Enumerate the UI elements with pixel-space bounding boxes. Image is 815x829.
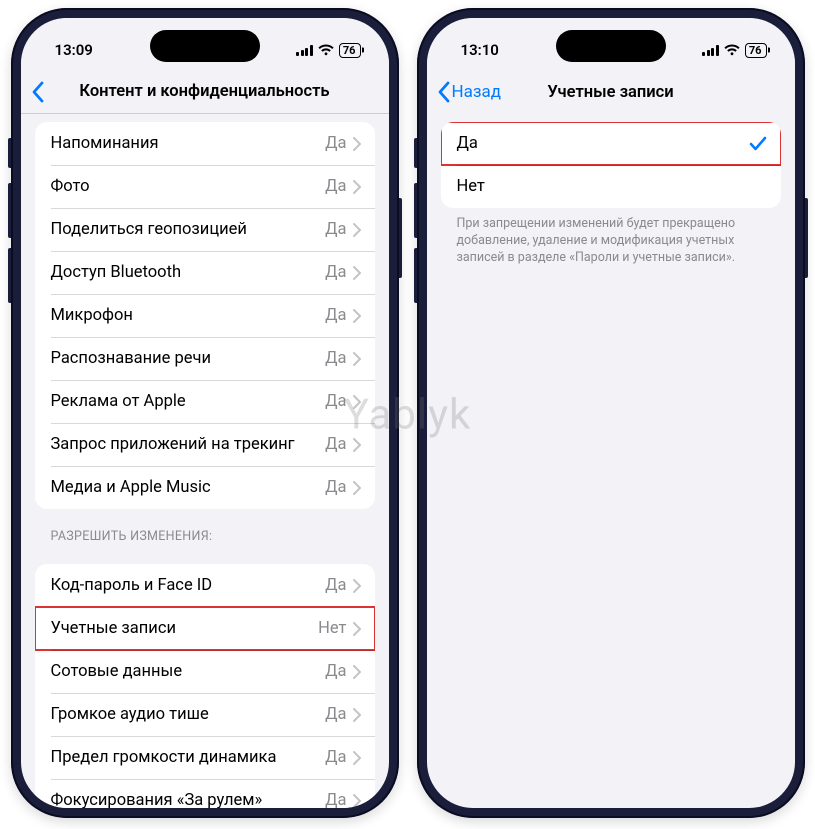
row-label: Предел громкости динамика bbox=[51, 748, 326, 767]
back-button[interactable]: Назад bbox=[437, 81, 502, 103]
chevron-right-icon bbox=[353, 665, 361, 679]
row-value: Да bbox=[325, 662, 346, 681]
settings-row[interactable]: Распознавание речиДа bbox=[35, 337, 375, 380]
option-no[interactable]: Нет bbox=[441, 165, 781, 208]
row-value: Да bbox=[325, 349, 346, 368]
row-value: Да bbox=[325, 177, 346, 196]
row-value: Нет bbox=[318, 619, 346, 638]
settings-row[interactable]: Медиа и Apple MusicДа bbox=[35, 466, 375, 509]
phone-left: 13:09 76 Контент и конфиденциальность На… bbox=[11, 8, 399, 818]
row-label: Напоминания bbox=[51, 134, 326, 153]
dynamic-island bbox=[150, 30, 260, 62]
chevron-right-icon bbox=[353, 708, 361, 722]
row-value: Да bbox=[325, 748, 346, 767]
chevron-right-icon bbox=[353, 395, 361, 409]
settings-row[interactable]: Громкое аудио тишеДа bbox=[35, 693, 375, 736]
cellular-icon bbox=[296, 45, 313, 56]
settings-scroll[interactable]: НапоминанияДаФотоДаПоделиться геопозицие… bbox=[21, 114, 389, 808]
row-label: Запрос приложений на трекинг bbox=[51, 435, 326, 454]
phone-right: 13:10 76 Назад Учетные записи Да Нет При … bbox=[417, 8, 805, 818]
status-time: 13:09 bbox=[55, 41, 93, 59]
chevron-right-icon bbox=[353, 751, 361, 765]
screen-right: 13:10 76 Назад Учетные записи Да Нет При … bbox=[427, 18, 795, 808]
chevron-right-icon bbox=[353, 309, 361, 323]
row-label: Громкое аудио тише bbox=[51, 705, 326, 724]
battery-icon: 76 bbox=[339, 43, 361, 58]
screen-left: 13:09 76 Контент и конфиденциальность На… bbox=[21, 18, 389, 808]
status-time: 13:10 bbox=[461, 41, 499, 59]
section-footer: При запрещении изменений будет прекращен… bbox=[441, 208, 781, 267]
row-label: Поделиться геопозицией bbox=[51, 220, 326, 239]
row-value: Да bbox=[325, 478, 346, 497]
chevron-left-icon bbox=[31, 81, 44, 103]
row-label: Фокусирования «За рулем» bbox=[51, 791, 326, 808]
settings-scroll[interactable]: Да Нет При запрещении изменений будет пре… bbox=[427, 114, 795, 808]
settings-row[interactable]: НапоминанияДа bbox=[35, 122, 375, 165]
section-header-allow-changes: Разрешить изменения: bbox=[35, 509, 375, 550]
settings-group-privacy: НапоминанияДаФотоДаПоделиться геопозицие… bbox=[35, 122, 375, 509]
row-accounts[interactable]: Учетные записиНет bbox=[35, 607, 375, 650]
chevron-right-icon bbox=[353, 579, 361, 593]
row-label: Доступ Bluetooth bbox=[51, 263, 326, 282]
settings-row[interactable]: Код-пароль и Face IDДа bbox=[35, 564, 375, 607]
row-label: Сотовые данные bbox=[51, 662, 326, 681]
chevron-right-icon bbox=[353, 481, 361, 495]
chevron-right-icon bbox=[353, 266, 361, 280]
row-value: Да bbox=[325, 576, 346, 595]
chevron-left-icon bbox=[437, 81, 450, 103]
chevron-right-icon bbox=[353, 622, 361, 636]
wifi-icon bbox=[724, 44, 740, 56]
row-label: Медиа и Apple Music bbox=[51, 478, 326, 497]
back-label: Назад bbox=[452, 82, 502, 102]
nav-bar: Назад Учетные записи bbox=[427, 70, 795, 114]
row-value: Да bbox=[325, 263, 346, 282]
settings-row[interactable]: Доступ BluetoothДа bbox=[35, 251, 375, 294]
option-yes[interactable]: Да bbox=[441, 122, 781, 165]
battery-icon: 76 bbox=[745, 43, 767, 58]
row-value: Да bbox=[325, 791, 346, 808]
checkmark-icon bbox=[749, 136, 767, 152]
settings-row[interactable]: ФотоДа bbox=[35, 165, 375, 208]
nav-bar: Контент и конфиденциальность bbox=[21, 70, 389, 114]
chevron-right-icon bbox=[353, 794, 361, 808]
row-label: Да bbox=[457, 134, 749, 153]
chevron-right-icon bbox=[353, 223, 361, 237]
settings-row[interactable]: Запрос приложений на трекингДа bbox=[35, 423, 375, 466]
row-value: Да bbox=[325, 392, 346, 411]
row-label: Фото bbox=[51, 177, 326, 196]
chevron-right-icon bbox=[353, 438, 361, 452]
settings-group-allow-changes: Код-пароль и Face IDДаУчетные записиНетС… bbox=[35, 564, 375, 808]
settings-row[interactable]: Предел громкости динамикаДа bbox=[35, 736, 375, 779]
row-label: Код-пароль и Face ID bbox=[51, 576, 326, 595]
settings-row[interactable]: Реклама от AppleДа bbox=[35, 380, 375, 423]
chevron-right-icon bbox=[353, 352, 361, 366]
wifi-icon bbox=[318, 44, 334, 56]
row-value: Да bbox=[325, 705, 346, 724]
options-group: Да Нет bbox=[441, 122, 781, 208]
dynamic-island bbox=[556, 30, 666, 62]
settings-row[interactable]: Поделиться геопозициейДа bbox=[35, 208, 375, 251]
row-value: Да bbox=[325, 306, 346, 325]
page-title: Контент и конфиденциальность bbox=[21, 82, 389, 101]
cellular-icon bbox=[702, 45, 719, 56]
settings-row[interactable]: МикрофонДа bbox=[35, 294, 375, 337]
settings-row[interactable]: Фокусирования «За рулем»Да bbox=[35, 779, 375, 808]
row-label: Микрофон bbox=[51, 306, 326, 325]
row-label: Нет bbox=[457, 177, 767, 196]
row-label: Реклама от Apple bbox=[51, 392, 326, 411]
row-value: Да bbox=[325, 220, 346, 239]
row-value: Да bbox=[325, 134, 346, 153]
chevron-right-icon bbox=[353, 180, 361, 194]
settings-row[interactable]: Сотовые данныеДа bbox=[35, 650, 375, 693]
row-label: Распознавание речи bbox=[51, 349, 326, 368]
chevron-right-icon bbox=[353, 137, 361, 151]
row-label: Учетные записи bbox=[51, 619, 319, 638]
row-value: Да bbox=[325, 435, 346, 454]
back-button[interactable] bbox=[31, 81, 44, 103]
